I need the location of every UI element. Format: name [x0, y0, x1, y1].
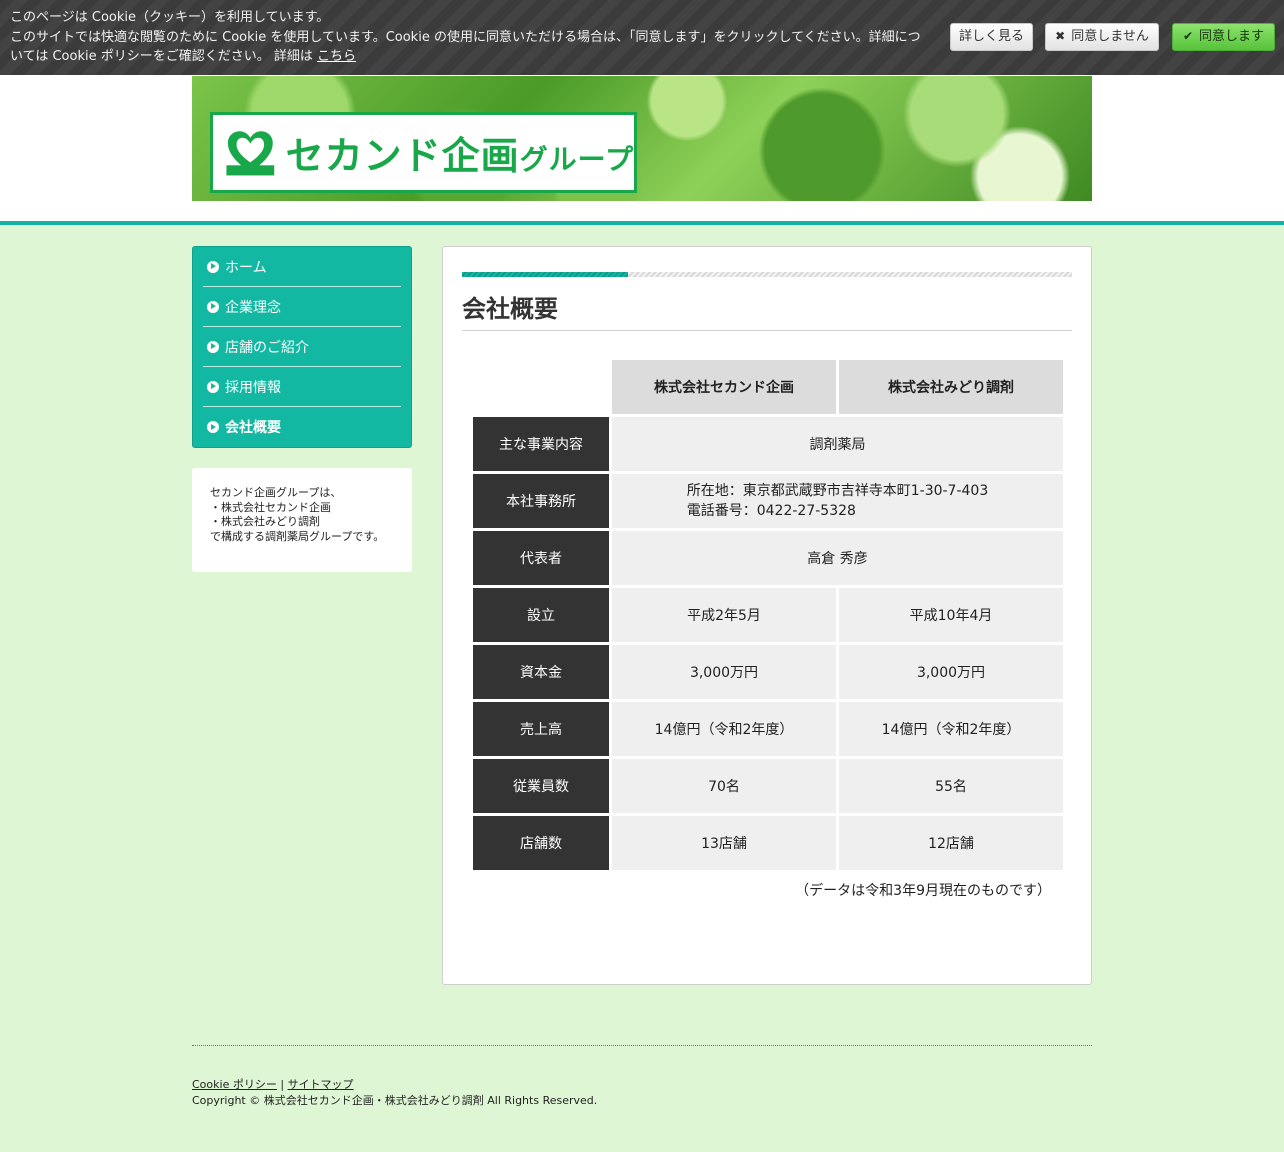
cookie-agree-button[interactable]: ✔ 同意します [1172, 23, 1275, 51]
table-row: 従業員数 70名 55名 [473, 759, 1063, 813]
row-header: 主な事業内容 [473, 417, 609, 471]
table-cell: 所在地：東京都武蔵野市吉祥寺本町1-30-7-403 電話番号：0422-27-5… [612, 474, 1063, 528]
site-logo[interactable]: セカンド企画グループ [210, 112, 637, 193]
nav-item-home[interactable]: ホーム [203, 247, 401, 287]
table-cell: 高倉 秀彦 [612, 531, 1063, 585]
side-navigation: ホーム 企業理念 店舗のご紹介 採用情報 会社概要 [192, 246, 412, 448]
table-cell: 14億円（令和2年度） [612, 702, 836, 756]
title-decoration [462, 272, 1072, 277]
table-cell: 平成2年5月 [612, 588, 836, 642]
nav-item-recruit[interactable]: 採用情報 [203, 367, 401, 407]
arrow-circle-icon [207, 380, 219, 393]
cookie-banner: このページは Cookie（クッキー）を利用しています。 このサイトでは快適な閲… [0, 0, 1284, 75]
office-address: 所在地：東京都武蔵野市吉祥寺本町1-30-7-403 [686, 483, 989, 499]
footer-divider [192, 1045, 1092, 1046]
copyright: Copyright © 株式会社セカンド企画・株式会社みどり調剤 All Rig… [192, 1094, 598, 1107]
table-cell: 3,000万円 [612, 645, 836, 699]
column-header-midori-chozai: 株式会社みどり調剤 [839, 360, 1063, 414]
main-content: 会社概要 株式会社セカンド企画 株式会社みどり調剤 主な事業内容 調剤薬局 本社… [442, 246, 1092, 985]
table-row: 店舗数 13店舗 12店舗 [473, 816, 1063, 870]
row-header: 従業員数 [473, 759, 609, 813]
sitemap-link[interactable]: サイトマップ [288, 1078, 354, 1091]
nav-item-philosophy[interactable]: 企業理念 [203, 287, 401, 327]
row-header: 店舗数 [473, 816, 609, 870]
table-cell: 平成10年4月 [839, 588, 1063, 642]
row-header: 本社事務所 [473, 474, 609, 528]
data-date-note: （データは令和3年9月現在のものです） [795, 883, 1051, 899]
column-header-second-kikaku: 株式会社セカンド企画 [612, 360, 836, 414]
arrow-circle-icon [207, 421, 219, 433]
row-header: 設立 [473, 588, 609, 642]
page-title: 会社概要 [462, 295, 558, 323]
table-cell: 14億円（令和2年度） [839, 702, 1063, 756]
table-row: 主な事業内容 調剤薬局 [473, 417, 1063, 471]
cookie-policy-link[interactable]: Cookie ポリシー [192, 1078, 277, 1091]
header-banner: セカンド企画グループ [192, 76, 1092, 201]
office-phone: 電話番号：0422-27-5328 [686, 503, 856, 519]
table-row: 設立 平成2年5月 平成10年4月 [473, 588, 1063, 642]
table-cell: 調剤薬局 [612, 417, 1063, 471]
table-row: 売上高 14億円（令和2年度） 14億円（令和2年度） [473, 702, 1063, 756]
arrow-circle-icon [207, 260, 219, 273]
logo-text: セカンド企画グループ [285, 134, 634, 178]
footer-links: Cookie ポリシー | サイトマップ [192, 1076, 354, 1092]
company-info-table: 株式会社セカンド企画 株式会社みどり調剤 主な事業内容 調剤薬局 本社事務所 所… [470, 357, 1066, 873]
footer-separator: | [280, 1078, 285, 1091]
table-cell: 3,000万円 [839, 645, 1063, 699]
table-row: 本社事務所 所在地：東京都武蔵野市吉祥寺本町1-30-7-403 電話番号：042… [473, 474, 1063, 528]
header-divider [0, 221, 1284, 225]
arrow-circle-icon [207, 300, 219, 313]
cookie-title: このページは Cookie（クッキー）を利用しています。 [10, 10, 330, 25]
cookie-body: このサイトでは快適な閲覧のために Cookie を使用しています。Cookie … [10, 29, 921, 65]
table-row: 資本金 3,000万円 3,000万円 [473, 645, 1063, 699]
table-row: 代表者 高倉 秀彦 [473, 531, 1063, 585]
arrow-circle-icon [207, 340, 219, 353]
table-cell: 55名 [839, 759, 1063, 813]
table-cell: 70名 [612, 759, 836, 813]
check-icon: ✔ [1182, 29, 1194, 44]
group-description: セカンド企画グループは、 ・株式会社セカンド企画 ・株式会社みどり調剤 で構成す… [192, 468, 412, 572]
cookie-message: このページは Cookie（クッキー）を利用しています。 このサイトでは快適な閲… [10, 8, 930, 67]
close-icon: ✖ [1055, 29, 1066, 44]
cookie-details-link[interactable]: こちら [317, 49, 356, 64]
cookie-deny-button[interactable]: ✖ 同意しません [1045, 23, 1159, 51]
table-cell: 13店舗 [612, 816, 836, 870]
title-divider [462, 330, 1072, 331]
row-header: 代表者 [473, 531, 609, 585]
cookie-details-button[interactable]: 詳しく見る [950, 23, 1033, 51]
nav-item-stores[interactable]: 店舗のご紹介 [203, 327, 401, 367]
nav-item-company[interactable]: 会社概要 [203, 407, 401, 447]
table-cell: 12店舗 [839, 816, 1063, 870]
row-header: 資本金 [473, 645, 609, 699]
heart-logo-icon [226, 130, 275, 175]
table-row: 株式会社セカンド企画 株式会社みどり調剤 [473, 360, 1063, 414]
row-header: 売上高 [473, 702, 609, 756]
